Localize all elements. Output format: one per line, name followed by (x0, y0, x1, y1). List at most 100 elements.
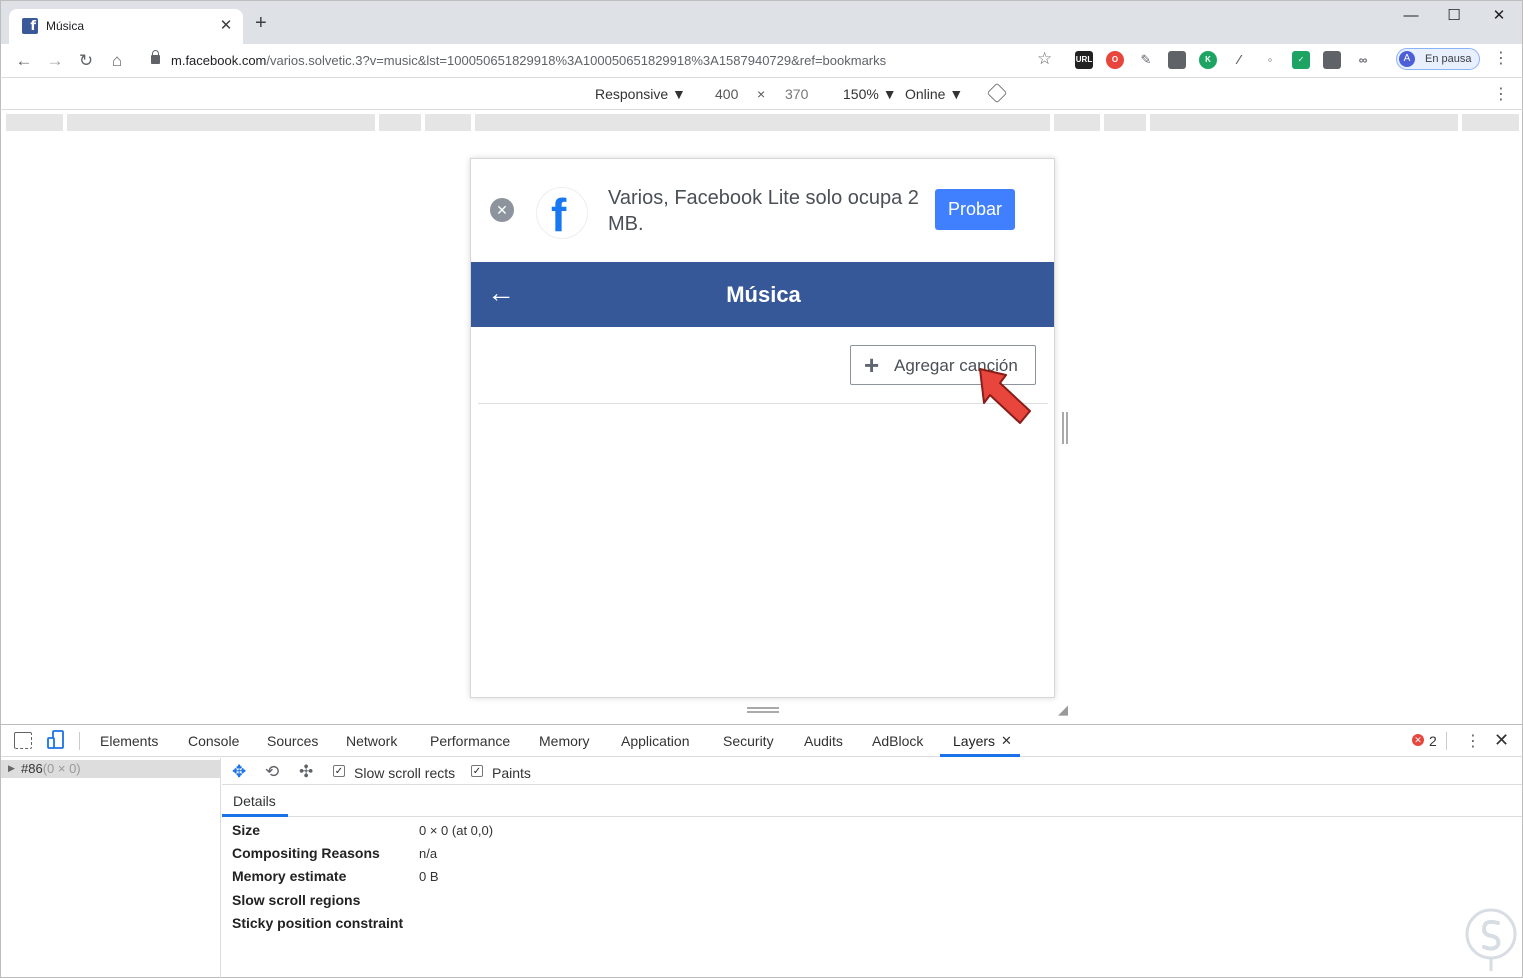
extension-k-icon[interactable]: K (1199, 51, 1217, 69)
devtools-menu-icon[interactable]: ⋮ (1465, 731, 1481, 751)
toolbar-separator (79, 732, 80, 750)
tab-adblock[interactable]: AdBlock (872, 733, 923, 749)
extension-bag-icon[interactable] (1323, 51, 1341, 69)
probar-button[interactable]: Probar (935, 189, 1015, 230)
network-throttle-select[interactable]: Online ▼ (905, 86, 963, 102)
red-pointer-arrow-icon (979, 368, 1031, 424)
viewport-width-input[interactable]: 400 (715, 86, 738, 102)
tab-application[interactable]: Application (621, 733, 690, 749)
bookmark-star-icon[interactable]: ☆ (1037, 49, 1052, 69)
url-text: m.facebook.com/varios.solvetic.3?v=music… (171, 53, 886, 68)
media-query-segment[interactable] (1150, 114, 1458, 131)
inspect-element-icon[interactable] (14, 732, 32, 749)
resize-handle-bottom[interactable] (747, 707, 779, 713)
tab-performance[interactable]: Performance (430, 733, 510, 749)
device-select[interactable]: Responsive ▼ (595, 86, 686, 102)
rotate-mode-icon[interactable]: ⟲ (265, 763, 279, 780)
details-tab-indicator (222, 814, 288, 817)
media-query-segment[interactable] (1054, 114, 1100, 131)
device-toolbar-menu-icon[interactable]: ⋮ (1493, 84, 1509, 104)
extension-pen-icon[interactable]: ✎ (1137, 51, 1155, 69)
resize-handle-right[interactable] (1062, 412, 1068, 444)
media-query-segment[interactable] (425, 114, 471, 131)
profile-button[interactable]: A En pausa (1396, 48, 1480, 70)
tab-console[interactable]: Console (188, 733, 239, 749)
media-query-segment[interactable] (1462, 114, 1519, 131)
back-icon[interactable]: ← (13, 50, 35, 72)
extension-opera-icon[interactable]: O (1106, 51, 1124, 69)
prop-memory-value: 0 B (419, 869, 439, 884)
media-query-segment[interactable] (6, 114, 63, 131)
home-icon[interactable]: ⌂ (106, 50, 128, 72)
paints-label: Paints (492, 765, 531, 781)
tab-network[interactable]: Network (346, 733, 397, 749)
prop-memory-label: Memory estimate (232, 868, 347, 884)
page-title: Música (726, 282, 801, 307)
viewport-height-input[interactable]: 370 (785, 86, 808, 102)
reset-transform-icon[interactable]: ✣ (299, 763, 313, 780)
error-count[interactable]: 2 (1429, 733, 1437, 749)
pan-mode-icon[interactable]: ✥ (232, 763, 246, 780)
device-mode-icon[interactable] (47, 730, 65, 750)
tab-security[interactable]: Security (723, 733, 774, 749)
app-install-banner: ✕ f Varios, Facebook Lite solo ocupa 2 M… (471, 159, 1054, 262)
facebook-logo-icon: f (536, 187, 588, 240)
media-query-segment[interactable] (67, 114, 375, 131)
dimension-separator: × (757, 86, 766, 102)
minimize-icon[interactable]: — (1396, 7, 1426, 25)
extension-shield-icon[interactable]: ✓ (1292, 51, 1310, 69)
device-select-value: Responsive (595, 86, 669, 102)
slow-scroll-rects-checkbox[interactable]: ✓ (333, 765, 345, 777)
layer-node-id: #86 (21, 761, 43, 776)
prop-compositing-label: Compositing Reasons (232, 845, 380, 861)
tab-audits[interactable]: Audits (804, 733, 843, 749)
extension-glasses-icon[interactable]: ∞ (1354, 51, 1372, 69)
banner-close-icon[interactable]: ✕ (490, 198, 514, 222)
expand-triangle-icon[interactable]: ▶ (8, 763, 15, 774)
extension-eyedropper-icon[interactable]: ⁄ (1230, 51, 1248, 69)
tab-layers-close-icon[interactable]: ✕ (1001, 733, 1012, 749)
media-query-segment[interactable] (1104, 114, 1146, 131)
extension-url-icon[interactable]: URL (1075, 51, 1093, 69)
browser-tab[interactable]: f Música ✕ (9, 9, 243, 45)
tab-details[interactable]: Details (233, 793, 276, 809)
prop-slow-scroll-label: Slow scroll regions (232, 892, 361, 908)
forward-icon[interactable]: → (44, 50, 66, 72)
url-field[interactable]: m.facebook.com/varios.solvetic.3?v=music… (141, 47, 1061, 74)
extension-window-icon[interactable] (1168, 51, 1186, 69)
browser-menu-icon[interactable]: ⋮ (1493, 50, 1509, 68)
tab-layers[interactable]: Layers (953, 733, 995, 749)
emulated-viewport-area: ✕ f Varios, Facebook Lite solo ocupa 2 M… (0, 134, 1523, 724)
extension-bulb-icon[interactable]: ◦ (1261, 51, 1279, 69)
tab-sources[interactable]: Sources (267, 733, 318, 749)
window-close-icon[interactable]: ✕ (1484, 7, 1514, 25)
profile-status: En pausa (1425, 53, 1472, 65)
zoom-select[interactable]: 150% ▼ (843, 86, 897, 102)
media-query-segment[interactable] (379, 114, 421, 131)
prop-sticky-label: Sticky position constraint (232, 915, 404, 931)
devtools-close-icon[interactable]: ✕ (1494, 730, 1509, 751)
slow-scroll-rects-label: Slow scroll rects (354, 765, 456, 781)
paints-checkbox[interactable]: ✓ (471, 765, 483, 777)
avatar: A (1399, 51, 1415, 67)
devtools-panel: Elements Console Sources Network Perform… (0, 724, 1523, 978)
prop-size-label: Size (232, 822, 261, 838)
resize-corner-icon[interactable]: ◢ (1058, 702, 1068, 718)
network-select-value: Online (905, 86, 946, 102)
tab-memory[interactable]: Memory (539, 733, 590, 749)
maximize-icon[interactable]: ☐ (1439, 7, 1469, 25)
layer-node-label: #86(0 × 0) (21, 761, 81, 776)
banner-text: Varios, Facebook Lite solo ocupa 2 MB. (608, 187, 919, 235)
media-query-bar (0, 110, 1523, 134)
url-host: m.facebook.com (171, 53, 267, 68)
rotate-icon[interactable] (986, 82, 1008, 104)
new-tab-icon[interactable]: + (255, 13, 267, 33)
tab-close-icon[interactable]: ✕ (217, 17, 235, 35)
layer-tree-row[interactable]: ▶ #86(0 × 0) (1, 760, 220, 778)
reload-icon[interactable]: ↻ (75, 50, 97, 72)
media-query-segment[interactable] (475, 114, 1050, 131)
device-toolbar: Responsive ▼ 400 × 370 150% ▼ Online ▼ ⋮ (0, 77, 1523, 110)
tab-elements[interactable]: Elements (100, 733, 158, 749)
layer-tree: ▶ #86(0 × 0) (1, 758, 221, 978)
error-icon[interactable]: ✕ (1412, 734, 1424, 746)
